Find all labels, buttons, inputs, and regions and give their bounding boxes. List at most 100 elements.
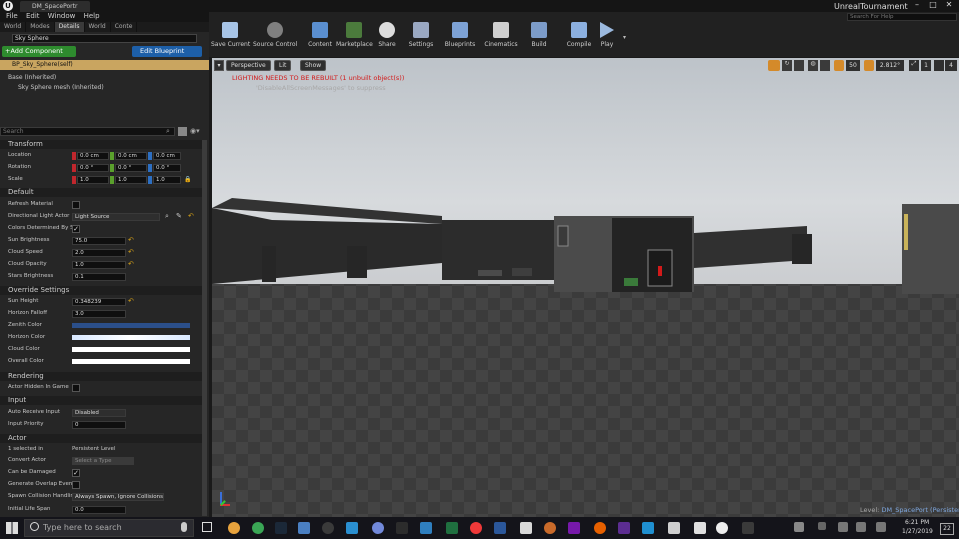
perspective-button[interactable]: Perspective xyxy=(226,60,271,71)
cloud-app-icon[interactable] xyxy=(520,522,532,534)
location-y-field[interactable]: 0.0 cm xyxy=(115,152,147,160)
add-component-button[interactable]: +Add Component xyxy=(2,46,76,57)
scale-y-field[interactable]: 1.0 xyxy=(115,176,147,184)
discord-icon[interactable] xyxy=(372,522,384,534)
network-app-icon[interactable] xyxy=(420,522,432,534)
blueprints-button[interactable]: Blueprints xyxy=(443,14,477,55)
terminal-icon[interactable] xyxy=(446,522,458,534)
search-help-field[interactable]: Search For Help xyxy=(847,13,957,21)
lit-button[interactable]: Lit xyxy=(274,60,292,71)
level-viewport[interactable]: ▾ Perspective Lit Show LIGHTING NEEDS TO… xyxy=(212,58,959,517)
details-search-input[interactable]: Search xyxy=(0,127,175,136)
details-scrollbar[interactable] xyxy=(202,140,207,516)
windows-start-icon[interactable] xyxy=(6,522,18,534)
onenote-icon[interactable] xyxy=(568,522,580,534)
menu-file[interactable]: File xyxy=(6,12,18,20)
grid-size-value[interactable]: 50 xyxy=(846,60,860,71)
view-options-icon[interactable] xyxy=(178,127,187,136)
scale-snap-icon[interactable]: ⤢ xyxy=(909,60,919,71)
clock-time[interactable]: 6:21 PM xyxy=(905,519,929,526)
menu-window[interactable]: Window xyxy=(48,12,76,20)
document-tab[interactable]: DM_SpacePortr xyxy=(20,1,90,12)
directional-light-dropdown[interactable]: Light Source xyxy=(72,213,160,221)
unreal-taskbar-icon[interactable] xyxy=(716,522,728,534)
surface-snap-icon[interactable] xyxy=(820,60,830,71)
play-button[interactable]: Play xyxy=(597,14,617,55)
input-priority-field[interactable]: 0 xyxy=(72,421,126,429)
rotation-y-field[interactable]: 0.0 ° xyxy=(115,164,147,172)
rotation-snap-icon[interactable] xyxy=(864,60,874,71)
overall-color-swatch[interactable] xyxy=(72,359,190,364)
taskbar-search-box[interactable]: Type here to search xyxy=(24,519,194,537)
tab-world-settings[interactable]: World xyxy=(85,22,111,32)
section-rendering[interactable]: Rendering xyxy=(0,372,205,381)
share-button[interactable]: Share xyxy=(374,14,400,55)
visual-studio-icon[interactable] xyxy=(618,522,630,534)
scale-mode-icon[interactable] xyxy=(794,60,804,71)
source-control-button[interactable]: Source Control xyxy=(253,14,297,55)
clock-date[interactable]: 1/27/2019 xyxy=(902,528,933,535)
close-button[interactable]: ✕ xyxy=(942,0,956,10)
xbox-icon[interactable] xyxy=(322,522,334,534)
save-current-button[interactable]: Save Current xyxy=(211,14,250,55)
can-be-damaged-checkbox[interactable]: ✓ xyxy=(72,469,80,477)
minimize-button[interactable]: – xyxy=(910,0,924,10)
microphone-icon[interactable] xyxy=(181,522,187,532)
mountain-app-icon[interactable] xyxy=(668,522,680,534)
calendar-icon[interactable] xyxy=(694,522,706,534)
media-icon[interactable] xyxy=(298,522,310,534)
edit-blueprint-button[interactable]: Edit Blueprint xyxy=(132,46,202,57)
pick-actor-icon[interactable]: ✎ xyxy=(176,212,182,220)
vivaldi-icon[interactable] xyxy=(470,522,482,534)
maximize-button[interactable]: □ xyxy=(926,0,940,10)
scale-x-field[interactable]: 1.0 xyxy=(77,176,109,184)
menu-edit[interactable]: Edit xyxy=(26,12,40,20)
component-tree-base[interactable]: Base (Inherited) xyxy=(8,74,56,81)
auto-receive-dropdown[interactable]: Disabled xyxy=(72,409,126,417)
compile-button[interactable]: Compile xyxy=(565,14,593,55)
chrome-variant-icon[interactable] xyxy=(252,522,264,534)
section-input[interactable]: Input xyxy=(0,396,205,405)
viewport-options-button[interactable]: ▾ xyxy=(214,60,224,71)
tab-details[interactable]: Details xyxy=(54,22,85,32)
game-app-icon[interactable] xyxy=(346,522,358,534)
cinematics-button[interactable]: Cinematics xyxy=(483,14,519,55)
tray-keyboard-icon[interactable] xyxy=(876,522,886,532)
grid-snap-icon[interactable] xyxy=(834,60,844,71)
sun-brightness-field[interactable]: 75.0 xyxy=(72,237,126,245)
component-self-item[interactable]: BP_Sky_Sphere(self) xyxy=(0,60,209,70)
refresh-material-checkbox[interactable] xyxy=(72,201,80,209)
stars-brightness-field[interactable]: 0.1 xyxy=(72,273,126,281)
menu-help[interactable]: Help xyxy=(84,12,100,20)
rotation-snap-value[interactable]: 2.812° xyxy=(876,60,904,71)
reset-arrow-icon[interactable]: ↶ xyxy=(128,297,134,305)
location-x-field[interactable]: 0.0 cm xyxy=(77,152,109,160)
tray-chevron-icon[interactable] xyxy=(818,522,826,530)
settings-button[interactable]: Settings xyxy=(407,14,435,55)
colors-determined-checkbox[interactable]: ✓ xyxy=(72,225,80,233)
initial-life-span-field[interactable]: 0.0 xyxy=(72,506,126,514)
play-options-chevron-icon[interactable]: ▾ xyxy=(623,34,626,41)
camera-speed-value[interactable]: 4 xyxy=(945,60,957,71)
reset-arrow-icon[interactable]: ↶ xyxy=(128,260,134,268)
rotate-mode-icon[interactable]: ↻ xyxy=(782,60,792,71)
tab-content[interactable]: Conte xyxy=(111,22,138,32)
component-tree-mesh[interactable]: Sky Sphere mesh (Inherited) xyxy=(18,84,104,91)
reset-arrow-icon[interactable]: ↶ xyxy=(128,236,134,244)
tray-network-icon[interactable] xyxy=(838,522,848,532)
content-button[interactable]: Content xyxy=(305,14,335,55)
marketplace-button[interactable]: Marketplace xyxy=(336,14,373,55)
rotation-x-field[interactable]: 0.0 ° xyxy=(77,164,109,172)
lock-icon[interactable]: 🔒 xyxy=(184,176,191,183)
tray-app-icon[interactable] xyxy=(742,522,754,534)
zenith-color-swatch[interactable] xyxy=(72,323,190,328)
cloud-opacity-field[interactable]: 1.0 xyxy=(72,261,126,269)
section-transform[interactable]: Transform xyxy=(0,140,205,149)
section-default[interactable]: Default xyxy=(0,188,205,197)
property-matrix-icon[interactable]: ◉▾ xyxy=(190,127,200,135)
epic-games-icon[interactable] xyxy=(396,522,408,534)
tray-people-icon[interactable] xyxy=(794,522,804,532)
translate-mode-icon[interactable] xyxy=(768,60,780,71)
tab-modes[interactable]: Modes xyxy=(26,22,55,32)
location-z-field[interactable]: 0.0 cm xyxy=(153,152,181,160)
